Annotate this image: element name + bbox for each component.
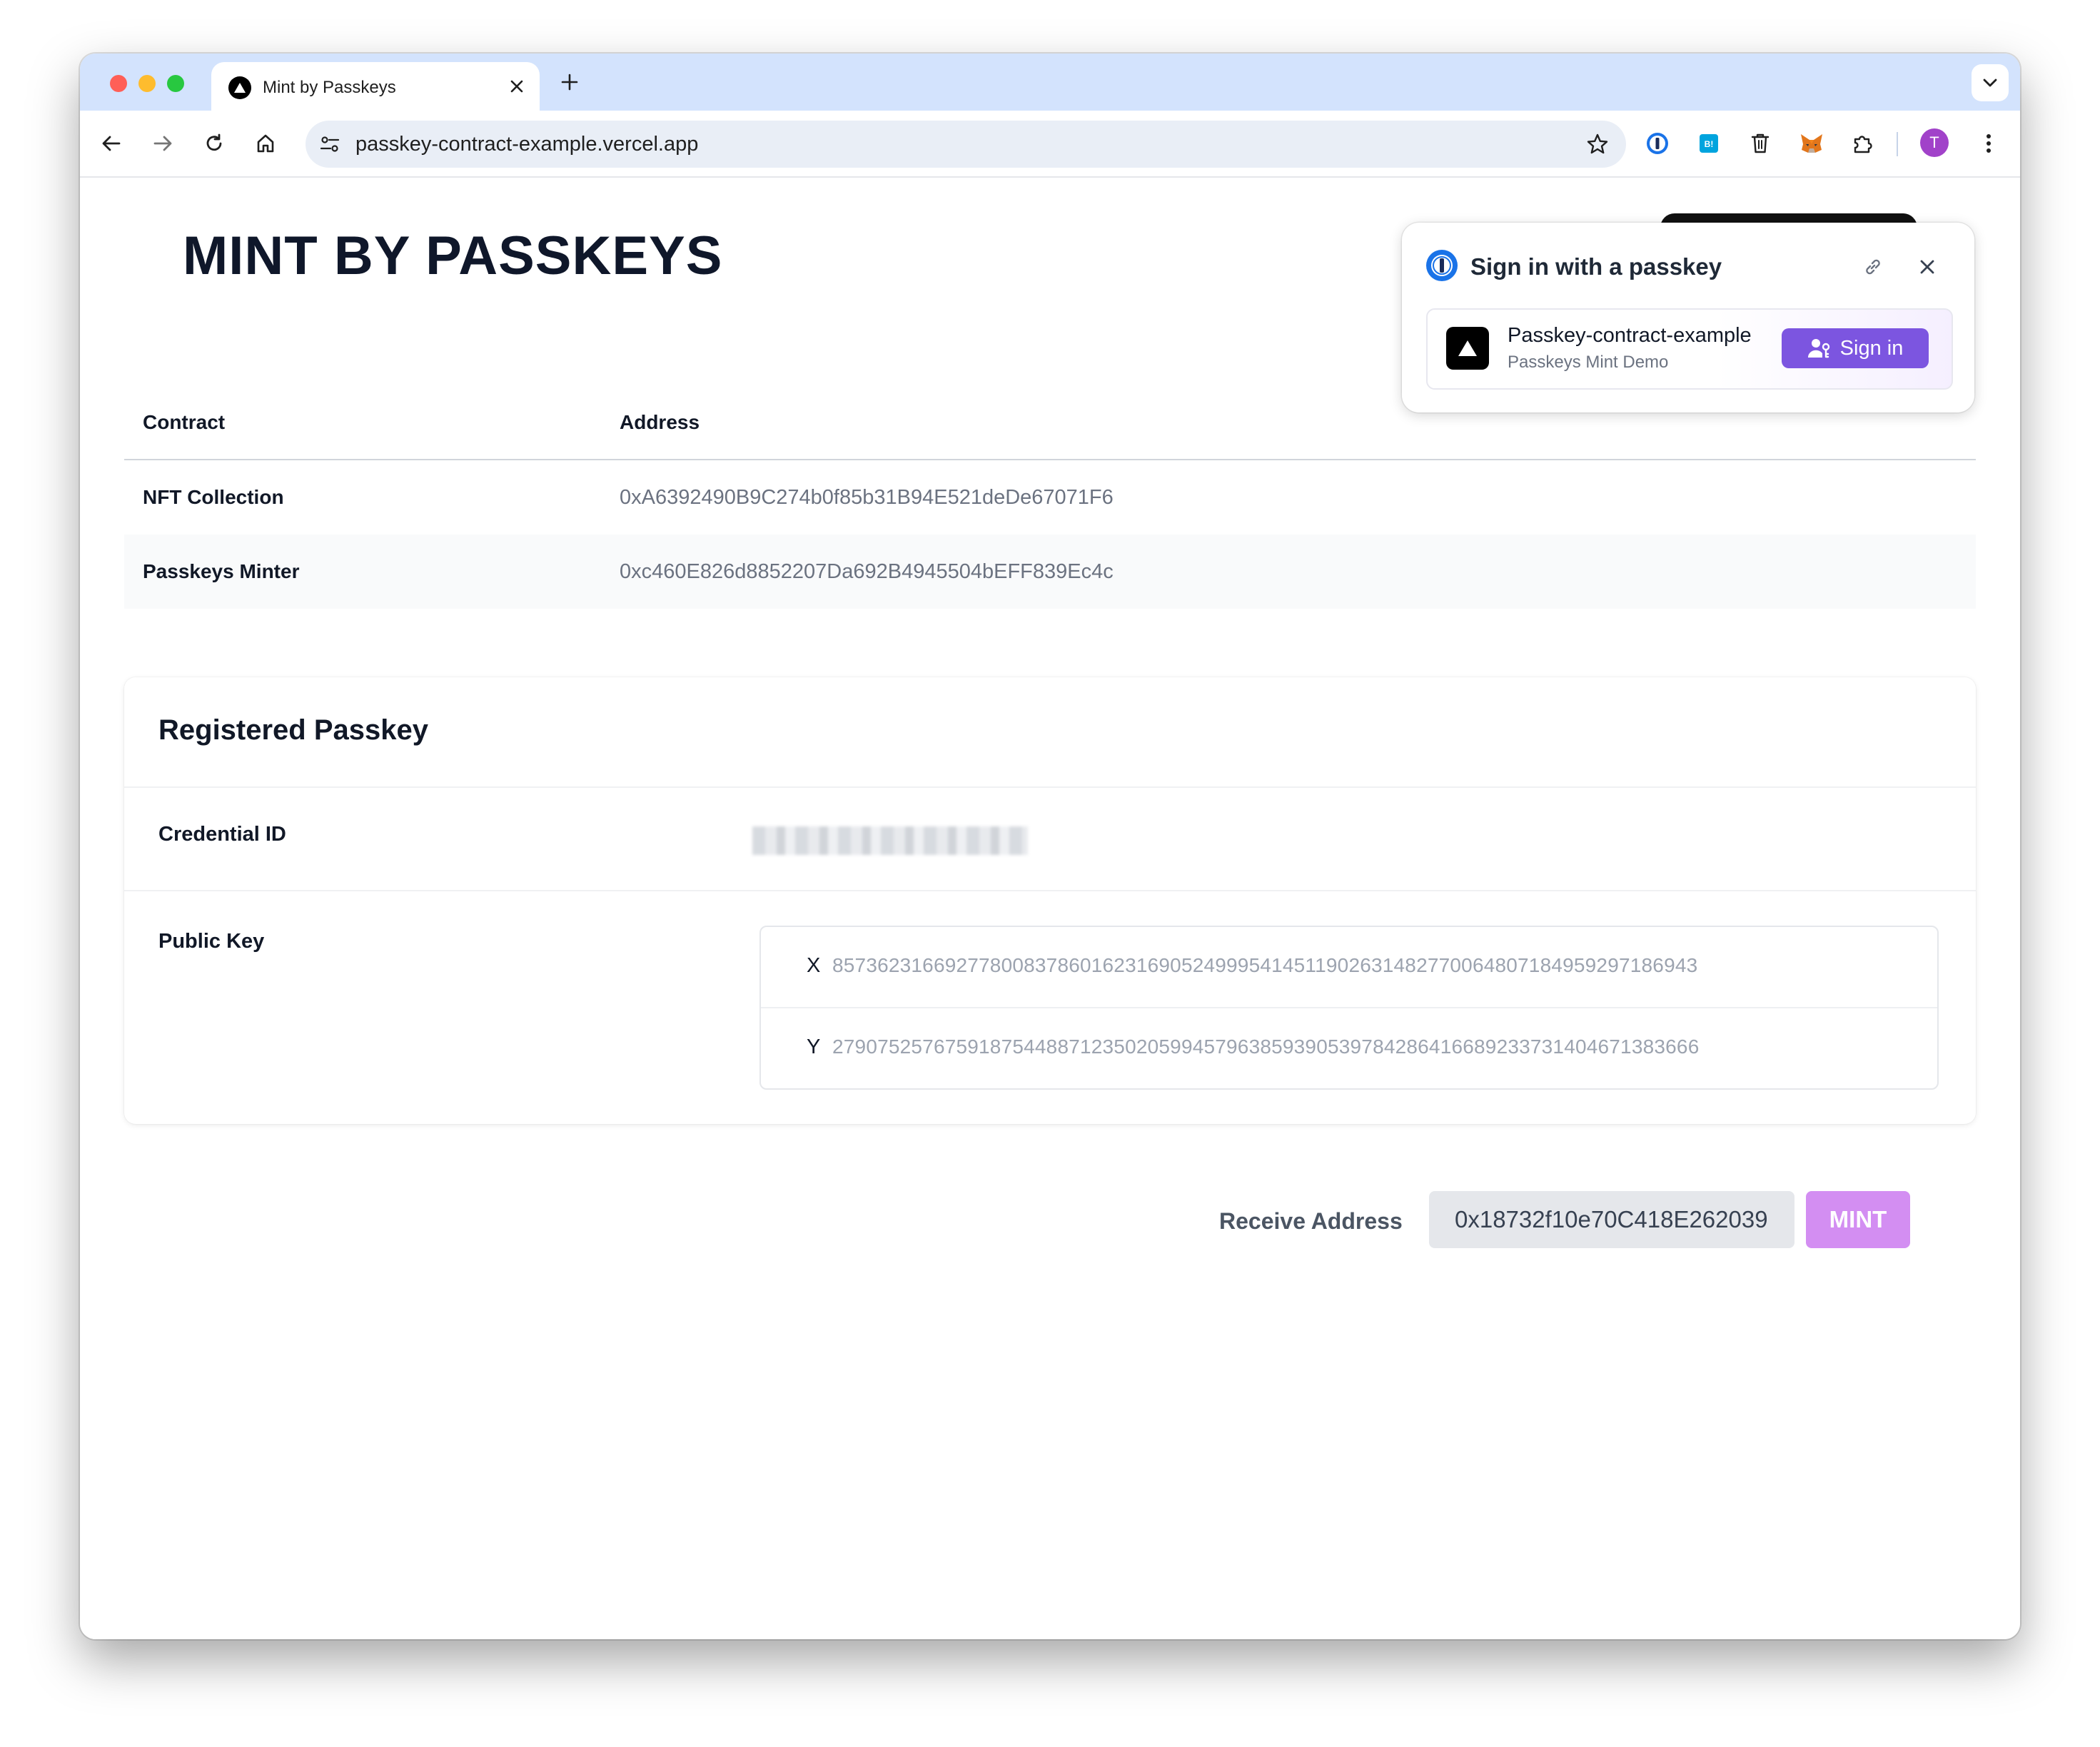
minimize-window-button[interactable] (138, 75, 156, 92)
hatena-bookmark-icon[interactable]: B! (1695, 129, 1723, 158)
tab-title: Mint by Passkeys (263, 78, 396, 97)
tab-mint-by-passkeys[interactable]: Mint by Passkeys (211, 62, 540, 111)
passkey-site-name: Passkey-contract-example (1508, 324, 1752, 347)
back-icon[interactable] (97, 129, 126, 158)
public-key-x-label: X (807, 954, 821, 977)
bookmark-star-icon[interactable] (1583, 130, 1612, 158)
kebab-menu-icon[interactable] (1974, 129, 2003, 158)
public-key-y-value: 2790752576759187544887123502059945796385… (832, 1035, 1700, 1058)
forward-icon[interactable] (148, 129, 177, 158)
tab-search-button[interactable] (1972, 64, 2009, 101)
contract-address: 0xc460E826d8852207Da692B4945504bEFF839Ec… (601, 535, 1976, 609)
public-key-box: X 85736231669277800837860162316905249995… (759, 926, 1939, 1090)
home-icon[interactable] (251, 129, 280, 158)
popup-title: Sign in with a passkey (1470, 253, 1722, 280)
vercel-triangle-icon (228, 76, 251, 99)
public-key-y-label: Y (807, 1035, 821, 1058)
sign-in-button[interactable]: Sign in (1782, 328, 1929, 368)
sign-in-label: Sign in (1839, 336, 1904, 360)
passkey-site-subtitle: Passkeys Mint Demo (1508, 353, 1669, 372)
receive-address-label: Receive Address (1219, 1208, 1403, 1234)
contract-name: Passkeys Minter (124, 535, 601, 609)
close-window-button[interactable] (110, 75, 127, 92)
svg-text:B!: B! (1705, 139, 1714, 149)
browser-window: Mint by Passkeys passkey-contract-exampl… (80, 54, 2020, 1639)
column-header-contract: Contract (124, 386, 601, 460)
password-manager-icon[interactable] (1643, 129, 1672, 158)
user-key-icon (1807, 339, 1829, 358)
extensions-puzzle-icon[interactable] (1849, 129, 1877, 158)
public-key-x-row: X 85736231669277800837860162316905249995… (761, 927, 1937, 1007)
credential-id-label: Credential ID (158, 823, 286, 846)
vercel-triangle-icon (1446, 327, 1489, 370)
mint-button[interactable]: MINT (1806, 1191, 1910, 1248)
close-icon[interactable] (1913, 253, 1942, 281)
reload-icon[interactable] (200, 129, 228, 158)
receive-address-input[interactable] (1429, 1191, 1794, 1248)
divider (124, 786, 1976, 788)
contracts-table: Contract Address NFT Collection 0xA63924… (124, 386, 1976, 609)
browser-toolbar: passkey-contract-example.vercel.app B! T (80, 111, 2020, 178)
maximize-window-button[interactable] (167, 75, 184, 92)
contract-name: NFT Collection (143, 486, 284, 508)
password-manager-icon (1426, 250, 1458, 281)
trash-icon[interactable] (1746, 129, 1775, 158)
site-settings-icon[interactable] (315, 130, 344, 158)
new-tab-button[interactable] (557, 69, 582, 95)
chevron-down-icon (1983, 79, 1997, 87)
page-title: MINT BY PASSKEYS (183, 226, 723, 286)
metamask-fox-icon[interactable] (1797, 129, 1826, 158)
card-title: Registered Passkey (158, 714, 429, 746)
toolbar-divider (1897, 132, 1898, 156)
table-row: NFT Collection 0xA6392490B9C274b0f85b31B… (124, 460, 1976, 535)
address-bar[interactable]: passkey-contract-example.vercel.app (306, 121, 1626, 168)
contract-address: 0xA6392490B9C274b0f85b31B94E521deDe67071… (620, 485, 1114, 509)
profile-avatar[interactable]: T (1920, 128, 1949, 157)
registered-passkey-card: Registered Passkey Credential ID Public … (124, 677, 1976, 1124)
close-icon[interactable] (507, 76, 527, 96)
credential-id-value-redacted (752, 826, 1028, 855)
public-key-x-value: 8573623166927780083786016231690524999541… (832, 954, 1698, 976)
passkey-account-item[interactable]: Passkey-contract-example Passkeys Mint D… (1426, 308, 1953, 390)
public-key-y-row: Y 27907525767591875448871235020599457963… (761, 1007, 1937, 1088)
passkey-signin-popup: Sign in with a passkey Passkey-contract-… (1402, 223, 1974, 412)
divider (124, 890, 1976, 891)
public-key-label: Public Key (158, 930, 265, 953)
url-text[interactable]: passkey-contract-example.vercel.app (355, 133, 698, 156)
table-row: Passkeys Minter 0xc460E826d8852207Da692B… (124, 535, 1976, 609)
link-icon[interactable] (1859, 253, 1887, 281)
tab-strip: Mint by Passkeys (80, 54, 2020, 111)
